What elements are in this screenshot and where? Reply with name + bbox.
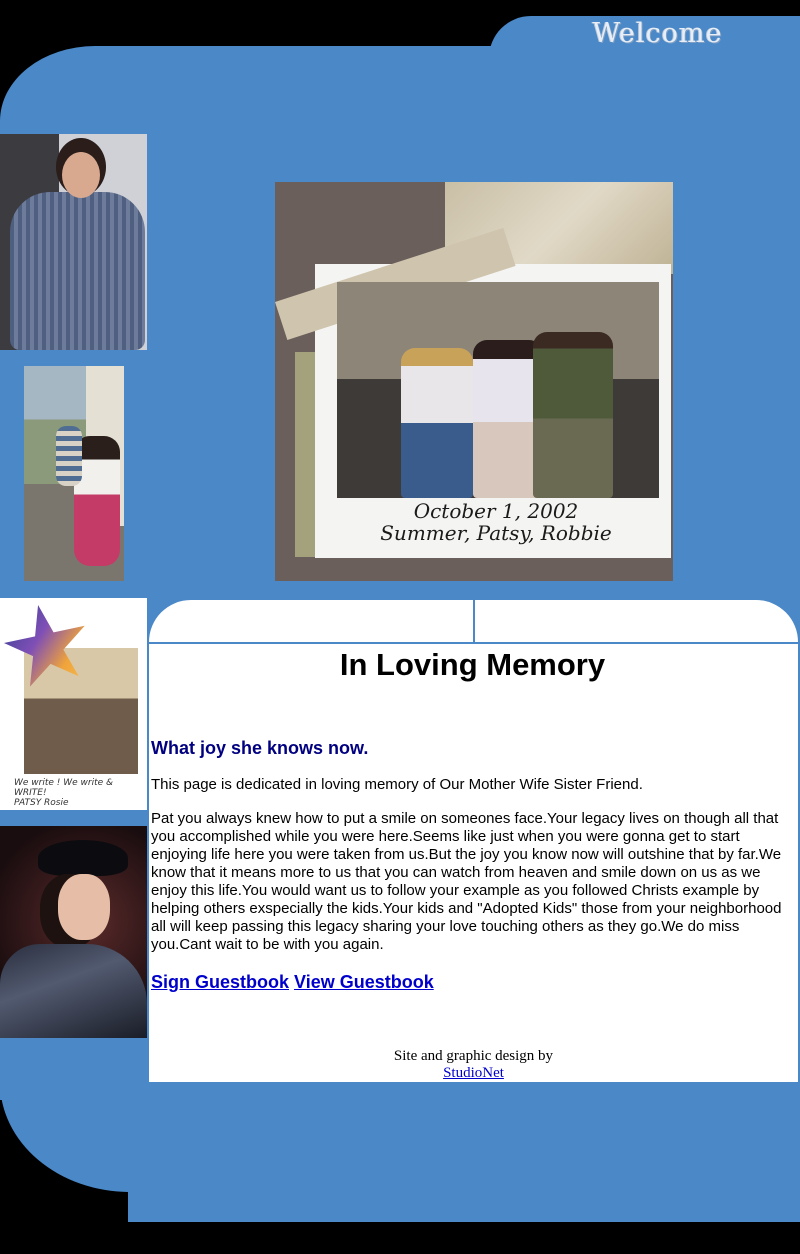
- blue-frame-foot: [128, 1150, 800, 1222]
- star-student-photo: We write ! We write & WRITE! PATSY Rosie: [0, 598, 147, 810]
- site-credit: Site and graphic design by StudioNet: [149, 1048, 798, 1082]
- portrait-photo-standing: [0, 134, 147, 350]
- view-guestbook-link[interactable]: View Guestbook: [294, 972, 434, 992]
- photo-figure-child: [56, 426, 82, 486]
- memorial-subtitle: What joy she knows now.: [151, 738, 369, 758]
- portrait-photo-hat: [0, 826, 147, 1038]
- page-title: In Loving Memory: [339, 647, 606, 682]
- photo-hat: [38, 840, 128, 876]
- panel-corner-left: [149, 600, 191, 642]
- caption-names: Summer, Patsy, Robbie: [380, 521, 612, 545]
- photo-person-summer: [401, 348, 473, 498]
- panel-body: In Loving Memory What joy she knows now.…: [149, 644, 796, 994]
- photo-face: [62, 152, 100, 198]
- dedication-text: This page is dedicated in loving memory …: [151, 776, 643, 793]
- star-photo-caption: We write ! We write & WRITE!: [14, 778, 114, 798]
- star-photo-handwriting: We write ! We write & WRITE! PATSY Rosie: [14, 778, 144, 808]
- photo-mother-with-child: [24, 366, 124, 581]
- welcome-heading: Welcome: [592, 18, 723, 49]
- memorial-message: Pat you always knew how to put a smile o…: [151, 810, 782, 953]
- photo-figure: [10, 192, 145, 350]
- photo-face: [58, 874, 110, 940]
- credit-text: Site and graphic design by: [393, 1048, 554, 1064]
- memorial-content-panel: In Loving Memory What joy she knows now.…: [149, 600, 798, 1082]
- panel-corner-right: [756, 600, 798, 642]
- featured-scrapbook-photo: October 1, 2002 Summer, Patsy, Robbie: [275, 182, 673, 581]
- sign-guestbook-link[interactable]: Sign Guestbook: [151, 972, 289, 992]
- group-photo: [337, 282, 659, 498]
- scrapbook-strip: [295, 352, 317, 557]
- guestbook-links: Sign Guestbook View Guestbook: [151, 970, 794, 994]
- featured-photo-caption: October 1, 2002 Summer, Patsy, Robbie: [331, 500, 661, 544]
- star-photo-names: PATSY Rosie: [14, 798, 69, 808]
- photo-coat: [0, 944, 147, 1038]
- panel-header-bar: [149, 600, 798, 644]
- photo-person-robbie: [533, 332, 613, 498]
- panel-header-divider: [473, 600, 475, 642]
- caption-date: October 1, 2002: [413, 499, 579, 523]
- studionet-link[interactable]: StudioNet: [443, 1065, 504, 1081]
